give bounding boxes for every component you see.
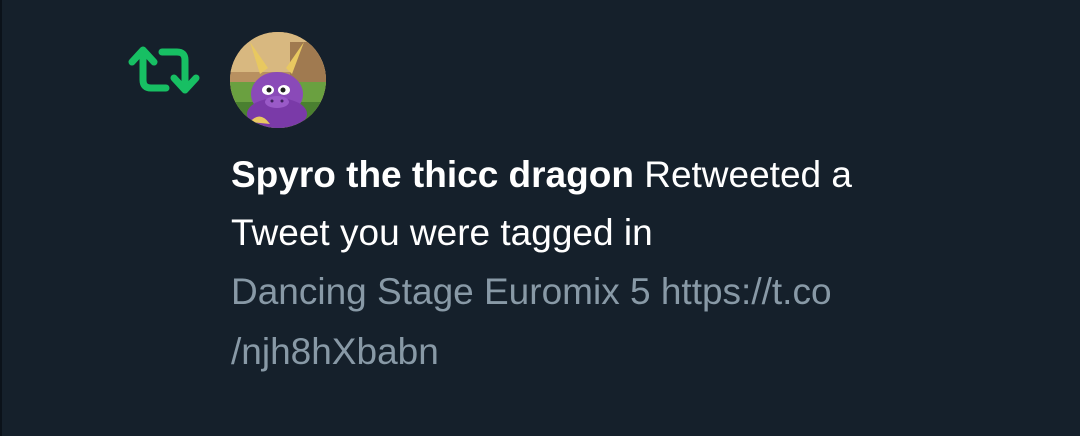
spyro-dragon-avatar-icon — [230, 32, 326, 128]
retweet-icon — [128, 46, 200, 94]
avatar[interactable] — [230, 32, 326, 128]
divider — [0, 0, 2, 436]
action-text-continued: Tweet you were tagged in — [231, 212, 653, 253]
tweet-text[interactable]: Dancing Stage Euromix 5 https://t.co /nj… — [231, 262, 1031, 382]
user-name[interactable]: Spyro the thicc dragon — [231, 154, 634, 195]
notification-body: Spyro the thicc dragon Retweeted a Tweet … — [231, 146, 1031, 382]
tweet-text-line: /njh8hXbabn — [231, 331, 439, 372]
action-text: Retweeted a — [633, 154, 852, 195]
retweet-notification[interactable]: Spyro the thicc dragon Retweeted a Tweet … — [0, 0, 1080, 436]
notification-headline: Spyro the thicc dragon Retweeted a Tweet … — [231, 146, 1031, 262]
tweet-text-line: Dancing Stage Euromix 5 https://t.co — [231, 271, 832, 312]
